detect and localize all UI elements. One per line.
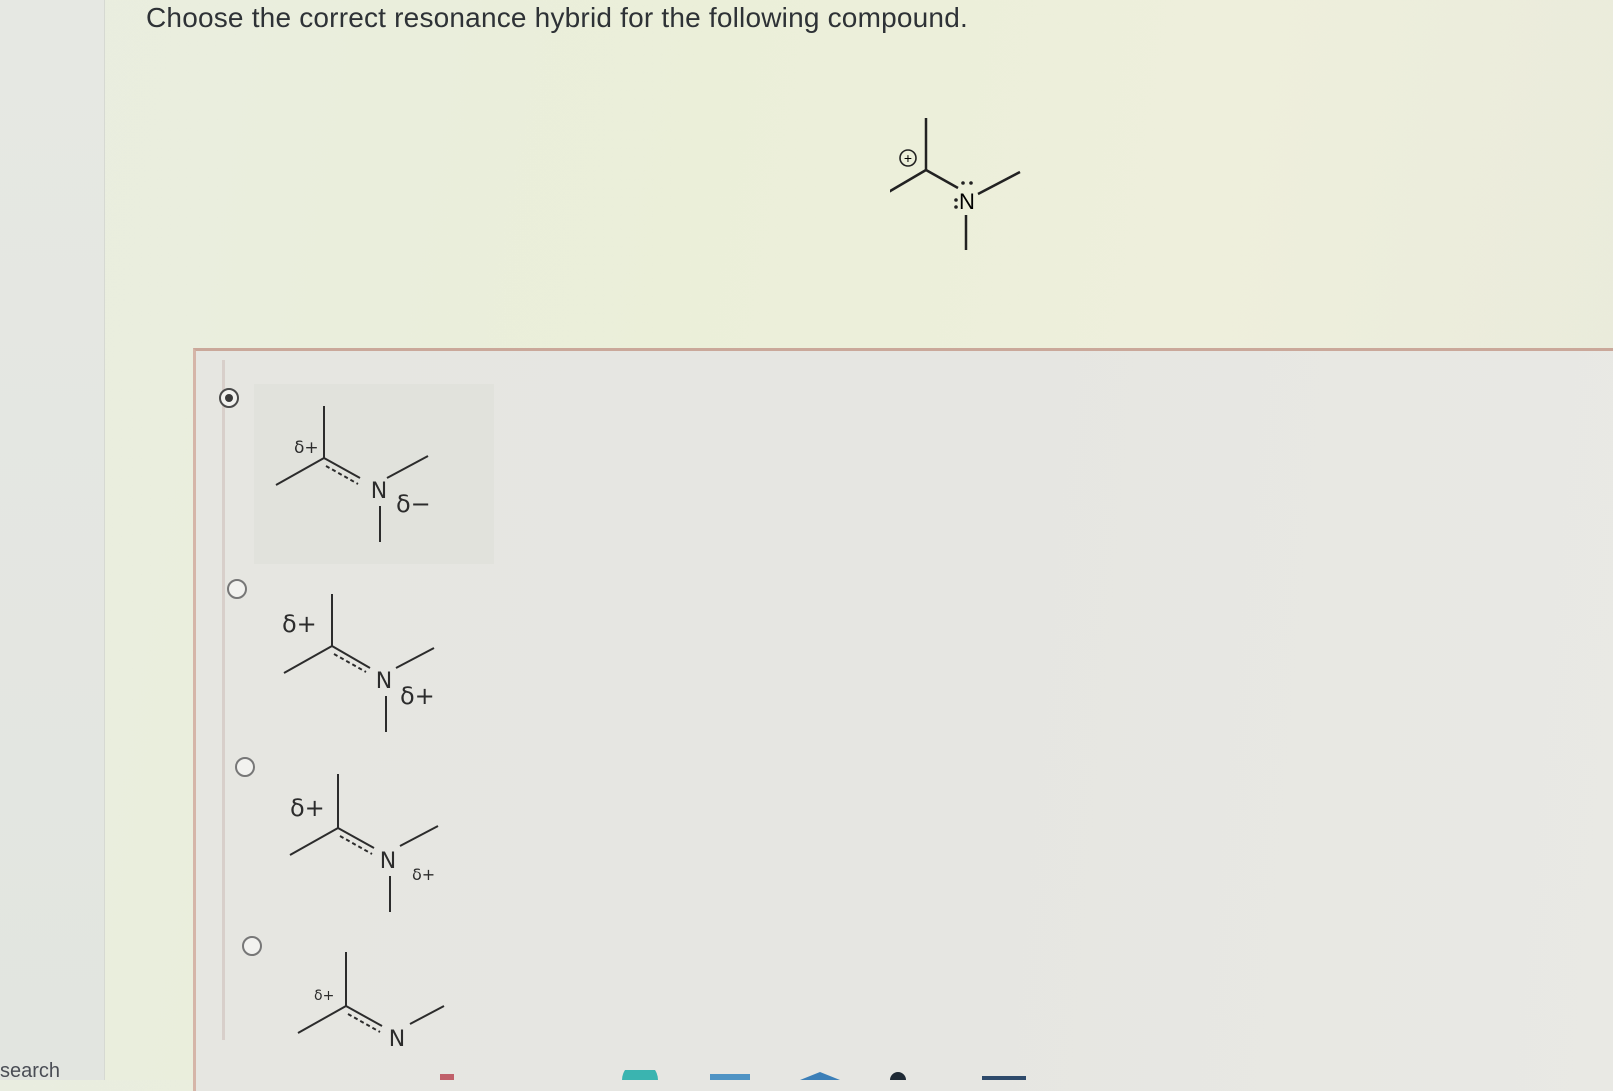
radio-option-2[interactable] xyxy=(227,579,247,599)
option-4-delta-left: δ+ xyxy=(314,988,334,1004)
option-2-nitrogen: N xyxy=(376,669,392,694)
option-3-structure: δ+ N δ+ xyxy=(289,774,439,912)
option-1-structure: δ+ N δ− xyxy=(275,406,431,542)
question-text: Choose the correct resonance hybrid for … xyxy=(146,2,968,33)
option-1-delta-right: δ− xyxy=(396,490,431,518)
radio-option-3[interactable] xyxy=(235,757,255,777)
app-icon[interactable] xyxy=(890,1072,906,1080)
option-4-nitrogen: N xyxy=(389,1027,405,1052)
app-icon[interactable] xyxy=(982,1076,1026,1080)
option-1-delta-left: δ+ xyxy=(294,438,319,458)
option-3-delta-right: δ+ xyxy=(412,865,435,884)
radio-option-1[interactable] xyxy=(219,388,239,408)
option-2-delta-left: δ+ xyxy=(282,610,317,638)
charge-symbol: + xyxy=(904,150,912,166)
taskbar-icons xyxy=(440,1070,1026,1080)
app-icon[interactable] xyxy=(440,1074,454,1080)
app-icon[interactable] xyxy=(800,1072,840,1080)
app-icon[interactable] xyxy=(710,1074,750,1080)
nitrogen-atom-label: N xyxy=(959,189,975,214)
option-2-delta-right: δ+ xyxy=(400,682,435,710)
option-2-structure: δ+ N δ+ xyxy=(282,594,435,732)
given-compound-structure: + N xyxy=(890,118,1021,250)
left-sidebar xyxy=(0,0,105,1080)
radio-option-4[interactable] xyxy=(242,936,262,956)
app-icon[interactable] xyxy=(622,1070,658,1080)
option-3-nitrogen: N xyxy=(380,849,396,874)
option-4-structure: δ+ N xyxy=(297,952,445,1052)
panel-divider xyxy=(222,360,225,1040)
option-3-delta-left: δ+ xyxy=(290,794,325,822)
option-1-nitrogen: N xyxy=(371,479,387,504)
